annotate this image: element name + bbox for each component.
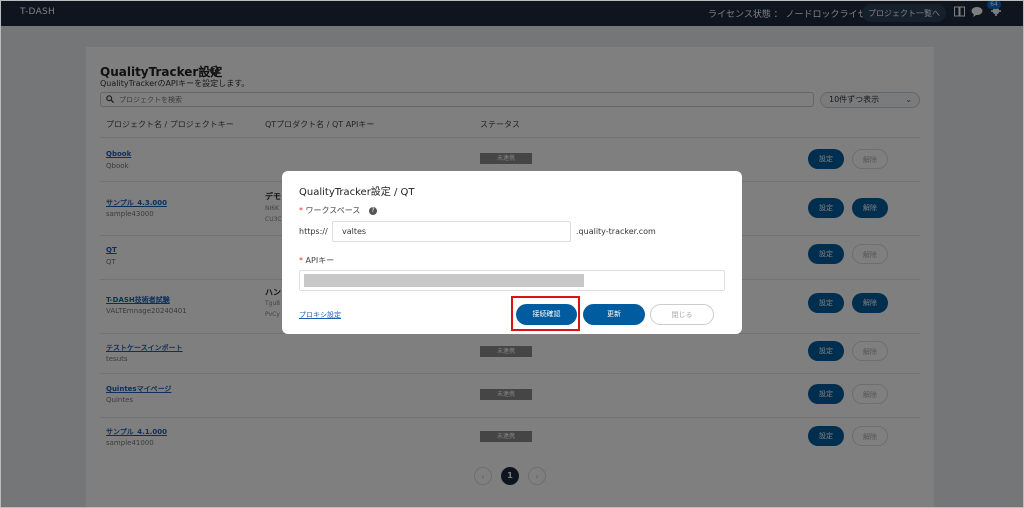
update-button[interactable]: 更新 [583, 304, 645, 325]
api-key-label: * APIキー [299, 255, 334, 266]
highlight-box [511, 296, 580, 331]
proxy-settings-link[interactable]: プロキシ設定 [299, 310, 341, 320]
url-suffix: .quality-tracker.com [576, 227, 656, 236]
required-mark: * [299, 256, 303, 265]
close-button[interactable]: 閉じる [650, 304, 714, 325]
qt-settings-modal: QualityTracker設定 / QT * ワークスペース ? https:… [282, 171, 742, 334]
workspace-label: * ワークスペース ? [299, 205, 377, 216]
api-key-redaction [304, 274, 584, 287]
modal-title: QualityTracker設定 / QT [299, 187, 415, 198]
required-mark: * [299, 206, 303, 215]
api-key-label-text: APIキー [305, 256, 335, 265]
workspace-label-text: ワークスペース [305, 206, 361, 215]
help-icon[interactable]: ? [368, 206, 377, 215]
url-prefix: https:// [299, 227, 328, 236]
workspace-input[interactable] [332, 221, 571, 242]
api-key-input[interactable] [299, 270, 725, 291]
